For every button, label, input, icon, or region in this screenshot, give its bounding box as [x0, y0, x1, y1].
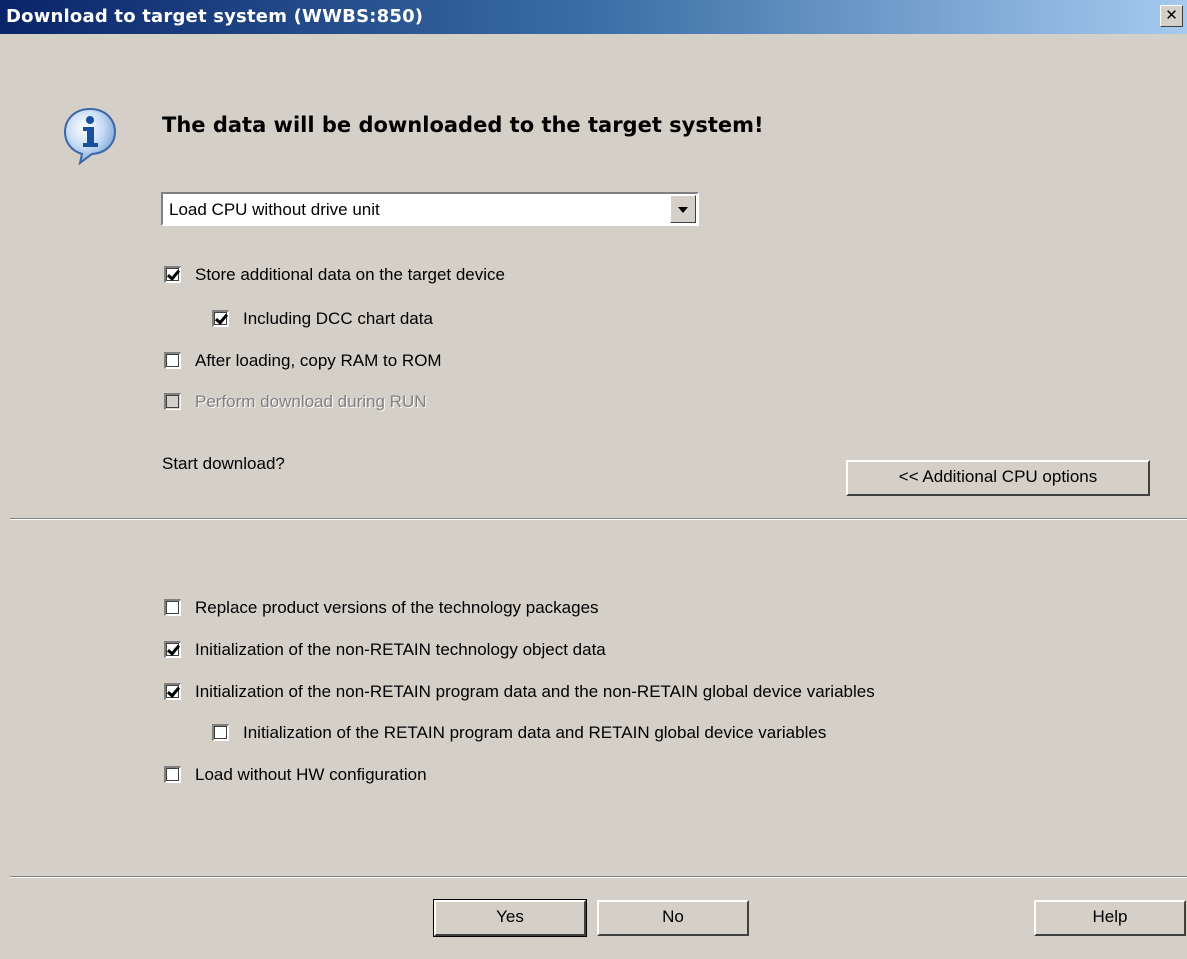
option-label: Replace product versions of the technolo… [195, 598, 599, 617]
checkbox[interactable] [164, 599, 181, 616]
help-button[interactable]: Help [1034, 900, 1186, 936]
info-icon [63, 107, 117, 165]
title-bar: Download to target system (WWBS:850) ✕ [0, 0, 1187, 34]
checkbox[interactable] [164, 766, 181, 783]
option-label: Initialization of the non-RETAIN program… [195, 682, 875, 701]
no-button[interactable]: No [597, 900, 749, 936]
option-label: After loading, copy RAM to ROM [195, 351, 442, 370]
option-label: Store additional data on the target devi… [195, 265, 505, 284]
load-mode-select[interactable]: Load CPU without drive unit [161, 192, 699, 226]
option-label: Initialization of the RETAIN program dat… [243, 723, 827, 742]
load-mode-value: Load CPU without drive unit [169, 200, 380, 219]
window-title: Download to target system (WWBS:850) [6, 6, 424, 27]
checkbox[interactable] [212, 310, 229, 327]
additional-cpu-options-button[interactable]: << Additional CPU options [846, 460, 1150, 496]
start-download-question: Start download? [162, 454, 285, 473]
option-label: Initialization of the non-RETAIN technol… [195, 640, 606, 659]
checkbox[interactable] [212, 724, 229, 741]
close-button[interactable]: ✕ [1160, 5, 1183, 27]
divider [10, 518, 1187, 520]
option-label: Perform download during RUN [195, 392, 427, 411]
close-icon: ✕ [1165, 6, 1178, 24]
chevron-down-icon[interactable] [670, 195, 696, 223]
yes-button[interactable]: Yes [433, 899, 587, 937]
checkbox[interactable] [164, 641, 181, 658]
checkbox[interactable] [164, 683, 181, 700]
divider [10, 876, 1187, 878]
checkbox[interactable] [164, 352, 181, 369]
checkbox[interactable] [164, 266, 181, 283]
option-label: Including DCC chart data [243, 309, 433, 328]
checkbox [164, 393, 181, 410]
headline: The data will be downloaded to the targe… [162, 113, 764, 137]
option-label: Load without HW configuration [195, 765, 427, 784]
